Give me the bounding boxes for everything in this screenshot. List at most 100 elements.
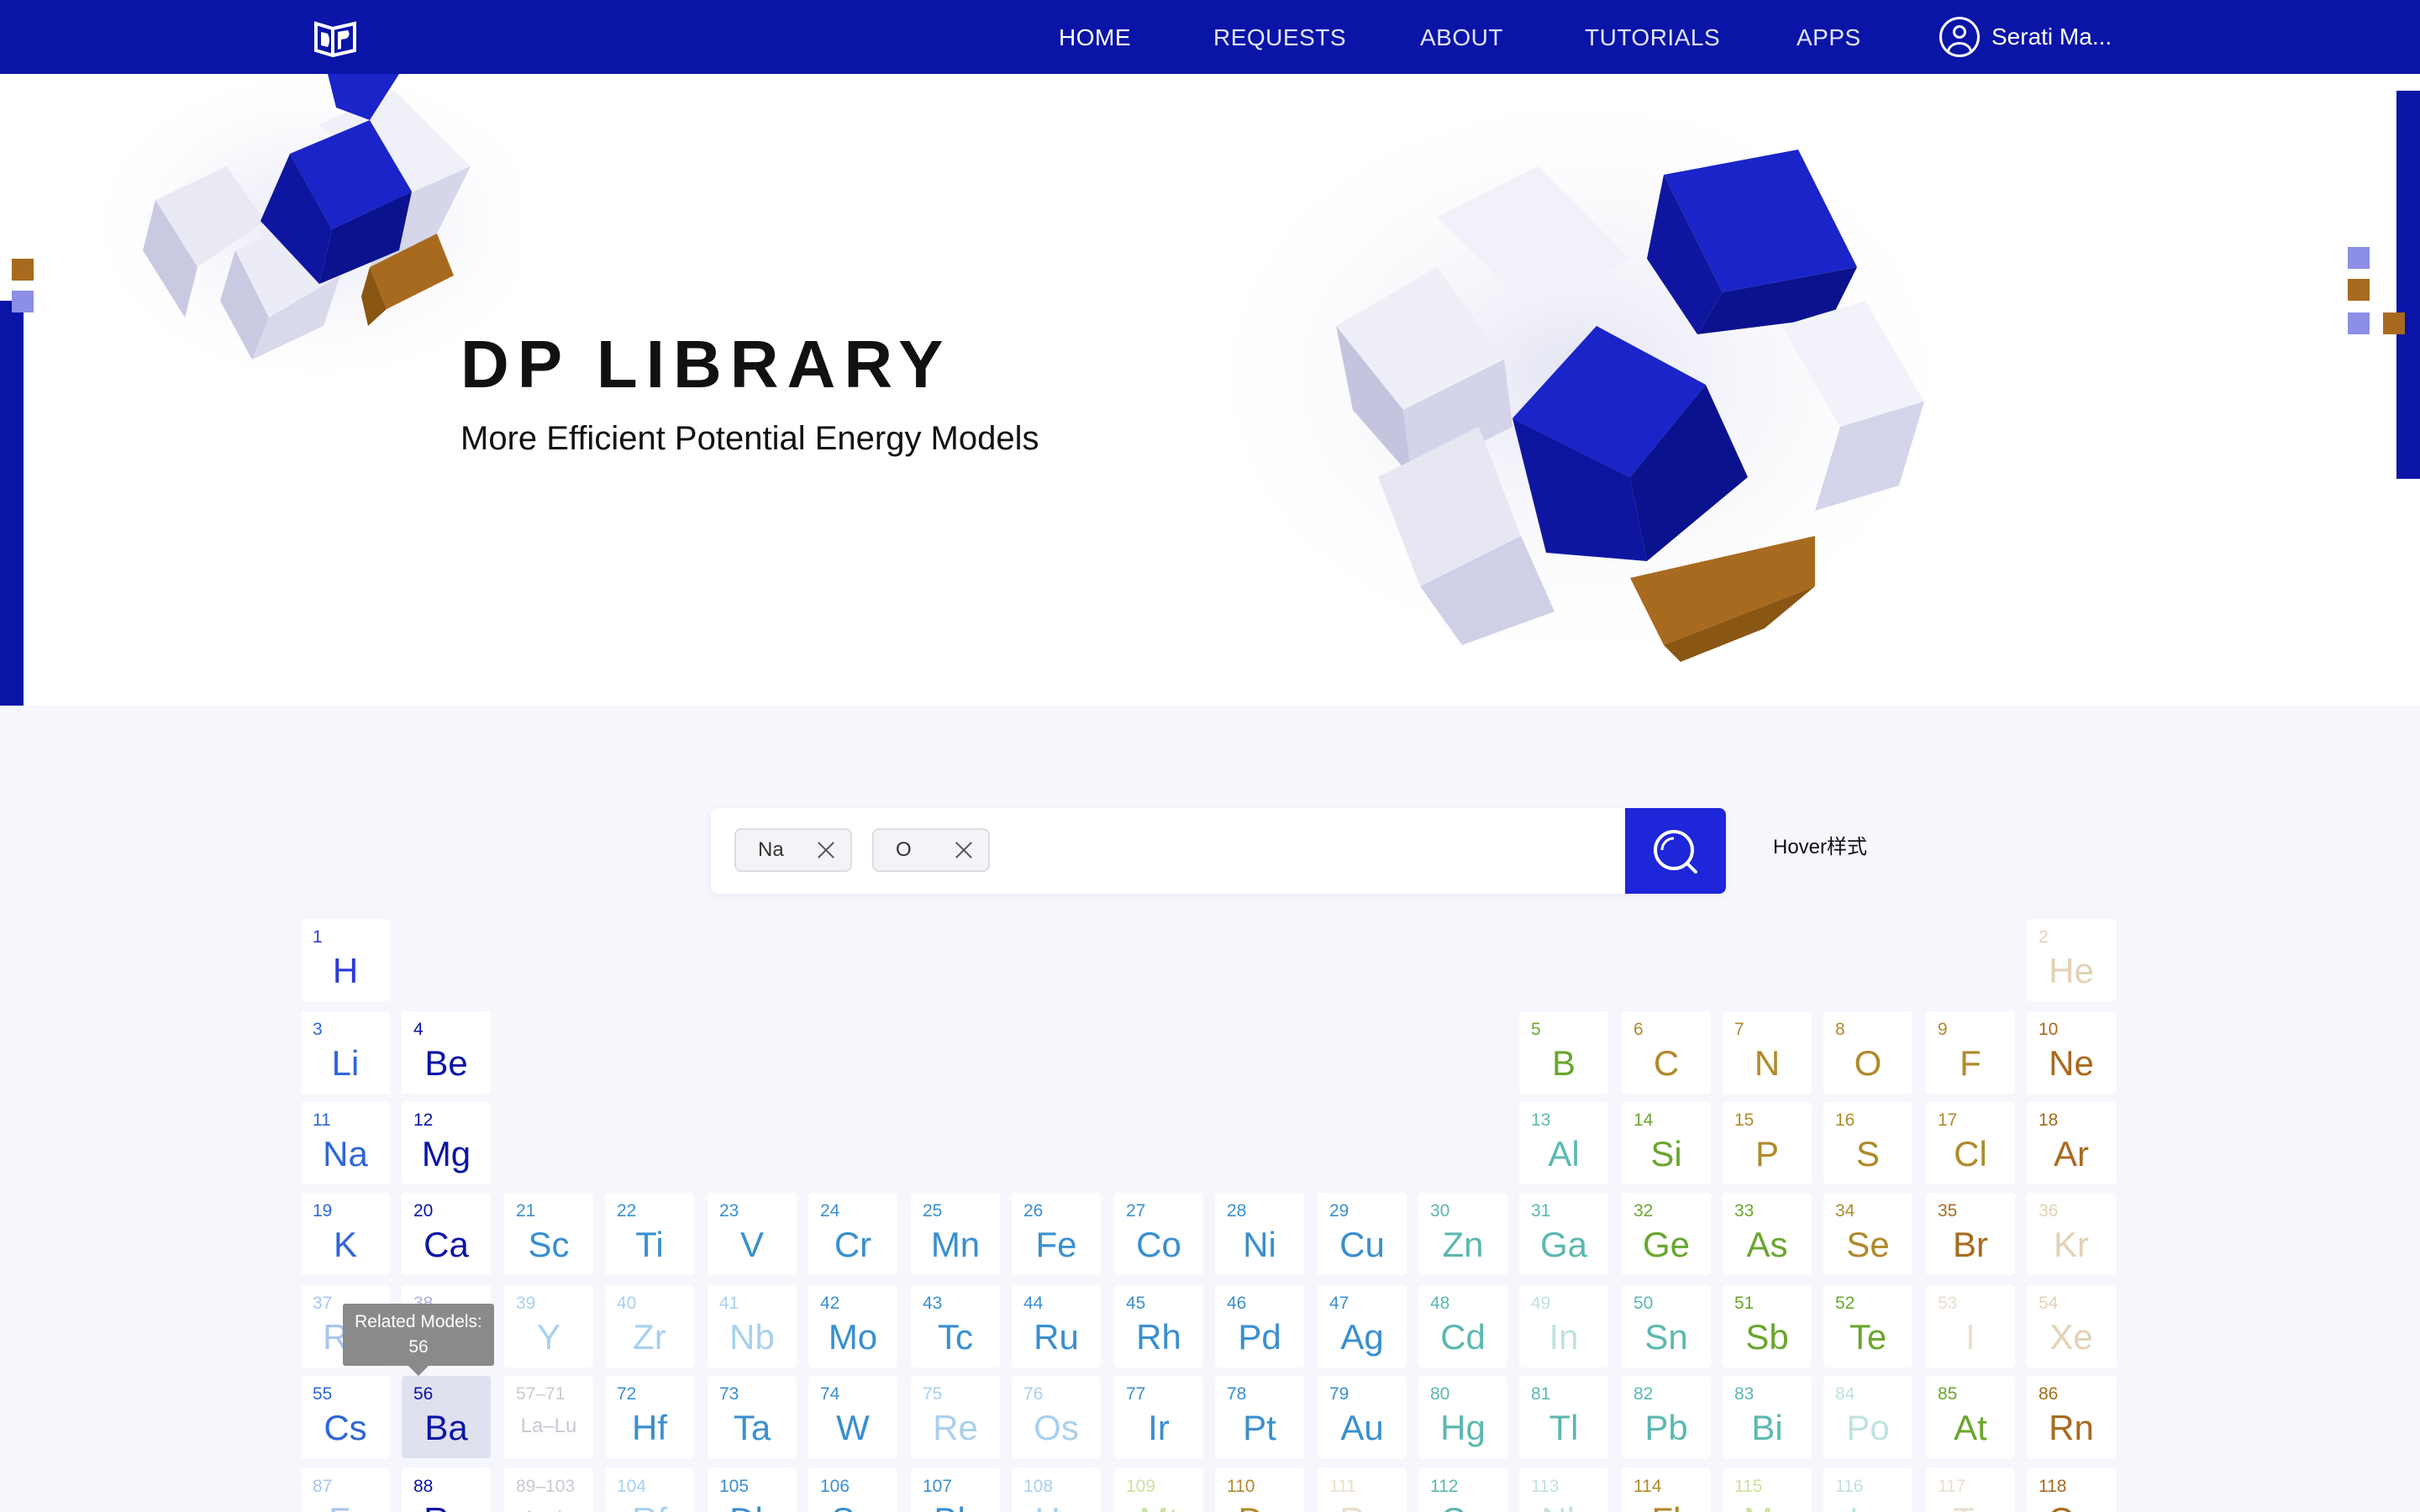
element-cell-mg[interactable]: 12 Mg [402,1102,491,1184]
element-cell-al[interactable]: 13 Al [1519,1102,1608,1184]
element-cell-la-lu[interactable]: 57–71 La–Lu [504,1376,593,1458]
element-cell-xe[interactable]: 54 Xe [2027,1285,2116,1368]
nav-item-tutorials[interactable]: TUTORIALS [1585,0,1720,74]
element-cell-nb[interactable]: 41 Nb [708,1285,797,1368]
element-cell-sc[interactable]: 21 Sc [504,1193,593,1275]
element-cell-rg[interactable]: 111 Rg [1318,1468,1407,1512]
element-cell-re[interactable]: 75 Re [911,1376,1000,1458]
chip-remove-icon[interactable] [817,841,835,859]
element-cell-ra[interactable]: 88 Ra [402,1468,491,1512]
element-chip-na[interactable]: Na [734,828,852,872]
element-cell-ba[interactable]: 56 Ba [402,1376,491,1458]
element-cell-n[interactable]: 7N [1723,1011,1812,1094]
element-cell-ds[interactable]: 110 Ds [1215,1468,1304,1512]
element-cell-fr[interactable]: 87 Fr [301,1468,390,1512]
element-cell-bi[interactable]: 83 Bi [1723,1376,1812,1458]
element-cell-ar[interactable]: 18 Ar [2027,1102,2116,1184]
element-cell-k[interactable]: 19 K [301,1193,390,1275]
element-cell-pd[interactable]: 46 Pd [1215,1285,1304,1368]
element-cell-p[interactable]: 15 P [1723,1102,1812,1184]
element-cell-os[interactable]: 76 Os [1012,1376,1101,1458]
element-cell-tc[interactable]: 43 Tc [911,1285,1000,1368]
nav-item-requests[interactable]: REQUESTS [1213,0,1346,74]
element-cell-zn[interactable]: 30 Zn [1418,1193,1507,1275]
element-cell-li[interactable]: 3 Li [301,1011,390,1094]
element-cell-nh[interactable]: 113 Nh [1519,1468,1608,1512]
dp-logo-icon[interactable] [313,20,358,58]
element-cell-at[interactable]: 85 At [1926,1376,2015,1458]
element-cell-br[interactable]: 35 Br [1926,1193,2015,1275]
element-cell-po[interactable]: 84 Po [1823,1376,1912,1458]
element-cell-cs[interactable]: 55 Cs [301,1376,390,1458]
element-cell-db[interactable]: 105 Db [708,1468,797,1512]
element-cell-ta[interactable]: 73 Ta [708,1376,797,1458]
element-cell-ca[interactable]: 20 Ca [402,1193,491,1275]
element-cell-y[interactable]: 39 Y [504,1285,593,1368]
element-cell-he[interactable]: 2 He [2027,919,2116,1001]
element-cell-o[interactable]: 8O [1823,1011,1912,1094]
nav-item-apps[interactable]: APPS [1797,0,1861,74]
element-cell-mc[interactable]: 115 Mc [1723,1468,1812,1512]
element-cell-co[interactable]: 27 Co [1114,1193,1203,1275]
element-cell-na[interactable]: 11 Na [301,1102,390,1184]
element-cell-mt[interactable]: 109 Mt [1114,1468,1203,1512]
element-cell-fl[interactable]: 114 Fl [1622,1468,1711,1512]
element-cell-te[interactable]: 52 Te [1823,1285,1912,1368]
nav-item-home[interactable]: HOME [1059,0,1131,74]
element-cell-f[interactable]: 9F [1926,1011,2015,1094]
element-cell-rh[interactable]: 45 Rh [1114,1285,1203,1368]
element-cell-au[interactable]: 79 Au [1318,1376,1407,1458]
element-search-input[interactable]: Na O [711,808,1726,894]
nav-item-about[interactable]: ABOUT [1420,0,1503,74]
element-cell-tl[interactable]: 81 Tl [1519,1376,1608,1458]
element-cell-ir[interactable]: 77 Ir [1114,1376,1203,1458]
element-cell-b[interactable]: 5B [1519,1011,1608,1094]
element-cell-w[interactable]: 74 W [808,1376,897,1458]
element-cell-sn[interactable]: 50 Sn [1622,1285,1711,1368]
element-cell-rn[interactable]: 86 Rn [2027,1376,2116,1458]
element-cell-mn[interactable]: 25 Mn [911,1193,1000,1275]
element-cell-ga[interactable]: 31 Ga [1519,1193,1608,1275]
element-cell-sg[interactable]: 106 Sg [808,1468,897,1512]
element-cell-se[interactable]: 34 Se [1823,1193,1912,1275]
element-cell-in[interactable]: 49 In [1519,1285,1608,1368]
element-cell-cl[interactable]: 17 Cl [1926,1102,2015,1184]
element-cell-sb[interactable]: 51 Sb [1723,1285,1812,1368]
element-cell-ni[interactable]: 28 Ni [1215,1193,1304,1275]
element-cell-kr[interactable]: 36 Kr [2027,1193,2116,1275]
element-cell-cd[interactable]: 48 Cd [1418,1285,1507,1368]
element-cell-ts[interactable]: 117 Ts [1926,1468,2015,1512]
element-cell-c[interactable]: 6C [1622,1011,1711,1094]
user-menu[interactable]: Serati Ma... [1939,15,2112,59]
element-cell-cu[interactable]: 29 Cu [1318,1193,1407,1275]
element-cell-zr[interactable]: 40 Zr [605,1285,694,1368]
element-cell-lv[interactable]: 116 Lv [1823,1468,1912,1512]
element-cell-pb[interactable]: 82 Pb [1622,1376,1711,1458]
element-cell-si[interactable]: 14 Si [1622,1102,1711,1184]
element-cell-ru[interactable]: 44 Ru [1012,1285,1101,1368]
element-cell-ge[interactable]: 32 Ge [1622,1193,1711,1275]
element-cell-hg[interactable]: 80 Hg [1418,1376,1507,1458]
element-cell-cn[interactable]: 112 Cn [1418,1468,1507,1512]
element-cell-rf[interactable]: 104 Rf [605,1468,694,1512]
element-cell-ac-lr[interactable]: 89–103 Ac–Lr [504,1468,593,1512]
element-cell-ne[interactable]: 10 Ne [2027,1011,2116,1094]
element-cell-as[interactable]: 33 As [1723,1193,1812,1275]
element-cell-s[interactable]: 16 S [1823,1102,1912,1184]
element-cell-cr[interactable]: 24 Cr [808,1193,897,1275]
element-cell-fe[interactable]: 26 Fe [1012,1193,1101,1275]
element-cell-pt[interactable]: 78 Pt [1215,1376,1304,1458]
search-button[interactable] [1625,808,1726,894]
element-cell-bh[interactable]: 107 Bh [911,1468,1000,1512]
element-cell-be[interactable]: 4 Be [402,1011,491,1094]
element-cell-mo[interactable]: 42 Mo [808,1285,897,1368]
element-cell-v[interactable]: 23 V [708,1193,797,1275]
element-cell-hf[interactable]: 72 Hf [605,1376,694,1458]
element-cell-ti[interactable]: 22 Ti [605,1193,694,1275]
element-cell-og[interactable]: 118 Og [2027,1468,2116,1512]
element-cell-ag[interactable]: 47 Ag [1318,1285,1407,1368]
element-cell-h[interactable]: 1H [301,919,390,1001]
chip-remove-icon[interactable] [955,841,973,859]
element-cell-i[interactable]: 53 I [1926,1285,2015,1368]
element-chip-o[interactable]: O [872,828,990,872]
